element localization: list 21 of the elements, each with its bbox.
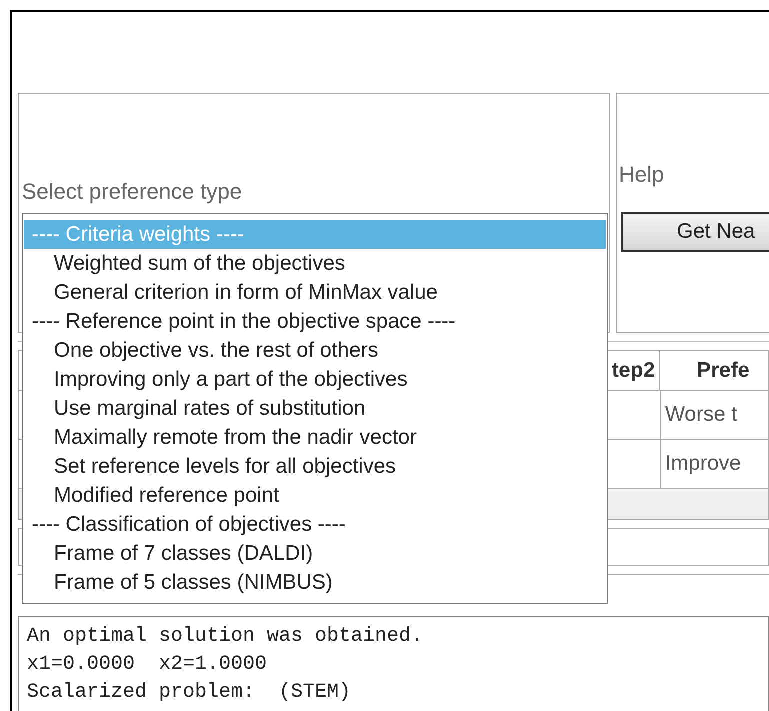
list-option[interactable]: Set reference levels for all objectives [24,452,606,481]
list-option[interactable]: Improving only a part of the objectives [24,365,606,394]
result-line: Scalarized problem: (STEM) [27,680,352,706]
get-button[interactable]: Get Nea [621,212,769,252]
help-label: Help [619,162,666,188]
column-header: Prefe [659,351,768,390]
list-option[interactable]: Use marginal rates of substitution [24,394,606,423]
list-option[interactable]: Maximally remote from the nadir vector [24,423,606,452]
list-option[interactable]: ---- Classification of objectives ---- [24,510,606,539]
table-cell: Worse t [660,391,768,439]
list-option[interactable]: Modified reference point [24,481,606,510]
list-option[interactable]: Weighted sum of the objectives [24,249,606,278]
list-option[interactable]: One objective vs. the rest of others [24,336,606,365]
result-line: An optimal solution was obtained. [27,624,424,650]
preference-list[interactable] [22,213,608,604]
list-option[interactable]: ---- Reference point in the objective space ---- [24,307,606,336]
list-option[interactable]: General criterion in form of MinMax value [24,278,606,307]
table-cell: Improve [660,440,768,488]
result-line: x1=0.0000 x2=1.0000 [27,652,268,678]
list-option[interactable]: Frame of 5 classes (NIMBUS) [24,568,606,597]
preference-label: Select preference type [22,179,244,205]
